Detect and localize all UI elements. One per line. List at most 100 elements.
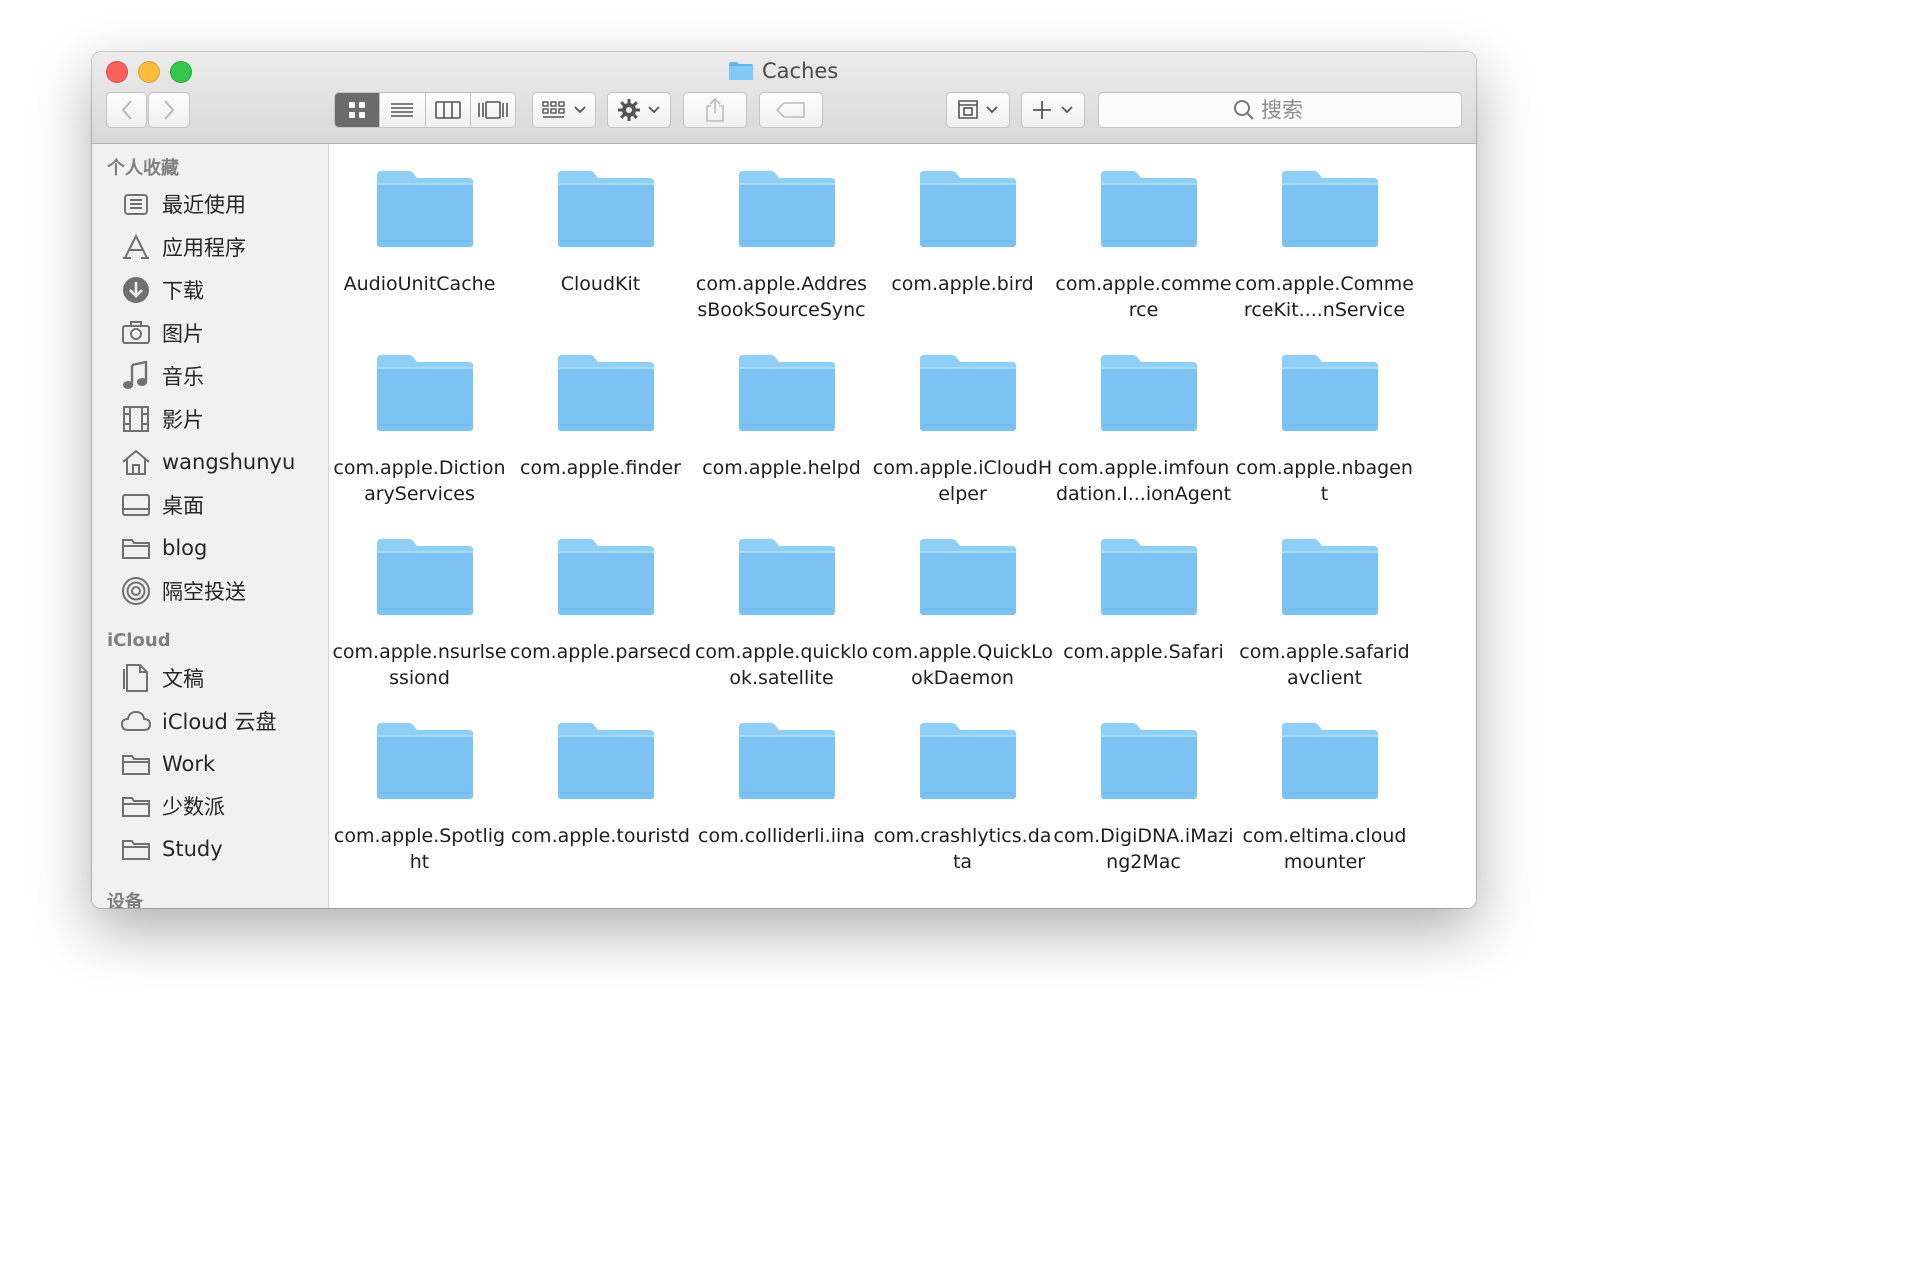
camera-icon <box>120 317 152 349</box>
folder-icon <box>920 539 1016 615</box>
sidebar-item-label: Study <box>162 837 223 861</box>
sidebar-item-label: 桌面 <box>162 494 204 518</box>
cloud-icon <box>120 705 152 737</box>
sidebar-item-icloud-drive[interactable]: iCloud 云盘 <box>120 702 277 740</box>
folder-name: com.apple.CommerceKit....nService <box>1235 273 1414 321</box>
sidebar-item-downloads[interactable]: 下载 <box>120 271 204 309</box>
document-icon <box>120 662 152 694</box>
sidebar-item-desktop[interactable]: 桌面 <box>120 486 204 524</box>
favorites-header: 个人收藏 <box>107 158 179 179</box>
close-button[interactable] <box>106 61 128 83</box>
forward-button[interactable] <box>148 92 190 128</box>
gear-icon <box>618 99 640 121</box>
desktop-icon <box>120 489 152 521</box>
view-mode-control[interactable] <box>334 92 516 128</box>
folder-name: com.apple.quicklook.satellite <box>694 641 869 689</box>
chevron-down-icon <box>1061 106 1073 114</box>
folder-name: com.apple.touristd <box>510 825 690 847</box>
sidebar-item-label: blog <box>162 536 208 560</box>
device-icon <box>958 100 978 119</box>
share-icon <box>706 97 724 122</box>
folder-icon <box>558 723 654 799</box>
folder-icon <box>377 171 473 247</box>
folder-icon <box>1101 171 1197 247</box>
folder-name: AudioUnitCache <box>343 273 496 295</box>
folder-icon <box>558 171 654 247</box>
music-note-icon <box>120 360 152 392</box>
sidebar: 个人收藏 最近使用 应用程序 下载 图片 音乐 影片 wangshunyu 桌面… <box>92 144 329 908</box>
folder-name: com.apple.DictionaryServices <box>333 457 506 505</box>
chevron-down-icon <box>648 106 660 114</box>
device-menu-button[interactable] <box>946 92 1010 128</box>
folder-icon <box>739 723 835 799</box>
sidebar-item-label: 下载 <box>162 279 204 303</box>
arrange-button[interactable] <box>532 92 596 128</box>
share-button[interactable] <box>683 92 747 128</box>
folder-icon <box>920 171 1016 247</box>
sidebar-item-documents[interactable]: 文稿 <box>120 659 204 697</box>
sidebar-item-label: 最近使用 <box>162 193 246 217</box>
folder-name: com.apple.iCloudHelper <box>872 457 1053 505</box>
icon-view-icon <box>349 102 366 118</box>
folder-icon <box>377 355 473 431</box>
search-input[interactable] <box>1255 98 1327 122</box>
sidebar-item-home[interactable]: wangshunyu <box>120 443 295 481</box>
zoom-button[interactable] <box>170 61 192 83</box>
chevron-down-icon <box>986 106 998 114</box>
home-icon <box>120 446 152 478</box>
recents-icon <box>120 188 152 220</box>
chevron-left-icon <box>121 100 132 120</box>
folder-icon <box>377 539 473 615</box>
sidebar-item-airdrop[interactable]: 隔空投送 <box>120 572 246 610</box>
titlebar: Caches <box>92 52 1476 144</box>
sidebar-item-label: 音乐 <box>162 365 204 389</box>
sidebar-item-study[interactable]: Study <box>120 830 223 868</box>
sidebar-item-blog[interactable]: blog <box>120 529 207 567</box>
gallery-view-icon <box>478 101 508 119</box>
column-view-icon <box>434 101 461 119</box>
action-button[interactable] <box>607 92 671 128</box>
sidebar-item-sspai[interactable]: 少数派 <box>120 787 225 825</box>
folder-name: com.apple.Safari <box>1063 641 1224 663</box>
list-view-icon <box>391 103 414 117</box>
sidebar-item-music[interactable]: 音乐 <box>120 357 204 395</box>
folder-name: com.DigiDNA.iMazing2Mac <box>1053 825 1234 873</box>
icon-view-button[interactable] <box>335 93 380 127</box>
folder-name: com.apple.safaridavclient <box>1239 641 1410 689</box>
folder-icon <box>120 833 152 865</box>
sidebar-item-recents[interactable]: 最近使用 <box>120 185 246 223</box>
folder-name: com.apple.nsurlsessiond <box>332 641 507 689</box>
folder-icon <box>558 355 654 431</box>
window-title: Caches <box>728 59 838 83</box>
airdrop-icon <box>120 575 152 607</box>
column-view-button[interactable] <box>424 93 470 127</box>
folder-icon <box>120 790 152 822</box>
sidebar-item-work[interactable]: Work <box>120 745 215 783</box>
folder-icon <box>1282 539 1378 615</box>
folder-icon <box>558 539 654 615</box>
downloads-icon <box>120 274 152 306</box>
sidebar-item-label: Work <box>162 752 216 776</box>
tag-icon <box>776 102 805 118</box>
sidebar-item-pictures[interactable]: 图片 <box>120 314 204 352</box>
sidebar-item-label: iCloud 云盘 <box>162 710 277 734</box>
sidebar-item-label: 图片 <box>162 322 204 346</box>
search-field[interactable] <box>1098 92 1462 128</box>
tags-button[interactable] <box>759 92 823 128</box>
folder-icon <box>729 62 753 80</box>
sidebar-item-movies[interactable]: 影片 <box>120 400 204 438</box>
list-view-button[interactable] <box>379 93 424 127</box>
sidebar-item-label: 隔空投送 <box>162 580 246 604</box>
sidebar-item-label: 应用程序 <box>162 236 246 260</box>
add-button[interactable] <box>1021 92 1085 128</box>
folder-icon <box>1282 171 1378 247</box>
gallery-view-button[interactable] <box>469 93 515 127</box>
folder-icon <box>1282 723 1378 799</box>
window-title-text: Caches <box>762 59 839 83</box>
minimize-button[interactable] <box>138 61 160 83</box>
sidebar-item-label: 影片 <box>162 408 204 432</box>
sidebar-item-applications[interactable]: 应用程序 <box>120 228 246 266</box>
search-icon <box>1234 100 1254 120</box>
folder-icon <box>920 723 1016 799</box>
back-button[interactable] <box>106 92 147 128</box>
